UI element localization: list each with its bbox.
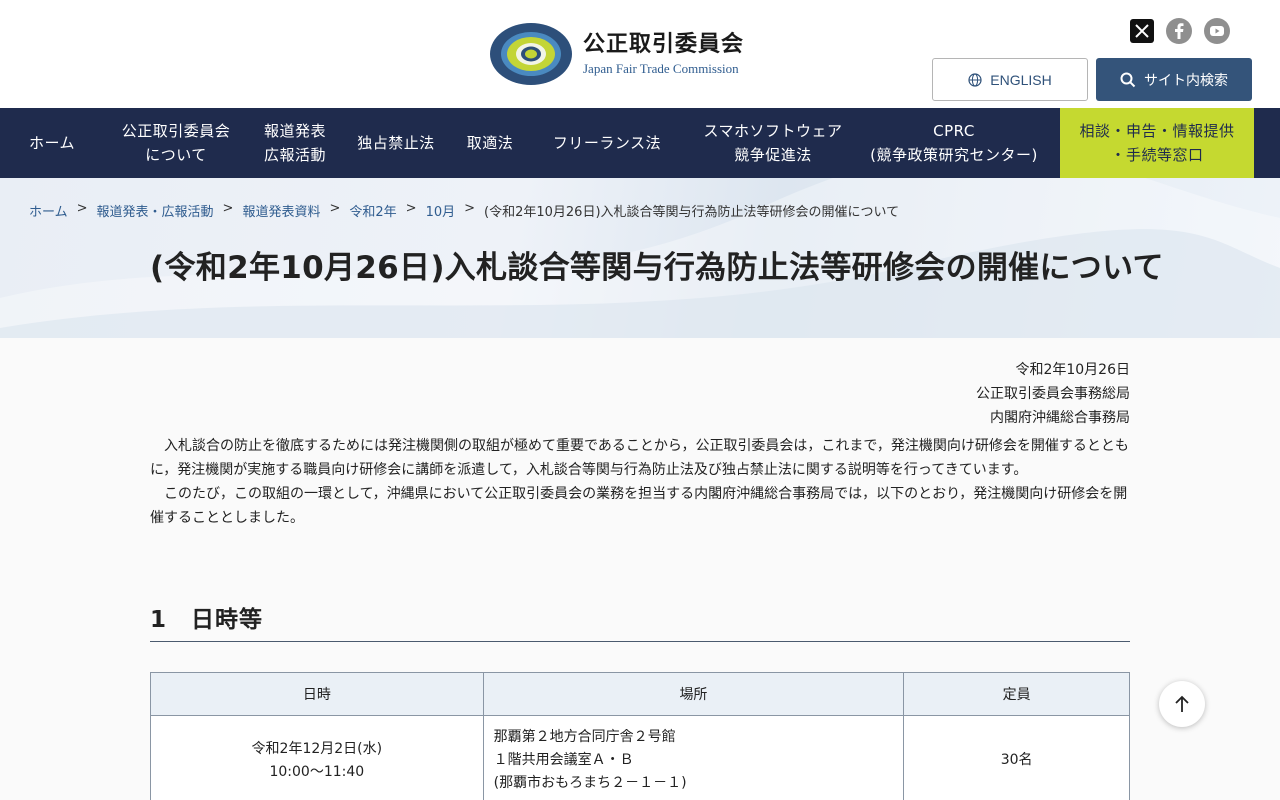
social-links (1130, 18, 1230, 44)
page-title: (令和2年10月26日)入札談合等関与行為防止法等研修会の開催について (150, 250, 1164, 286)
org-name-en: Japan Fair Trade Commission (583, 61, 739, 76)
global-nav: ホーム 公正取引委員会 について 報道発表 広報活動 独占禁止法 取適法 フリー… (0, 108, 1280, 178)
cell-place-building: 那覇第２地方合同庁舎２号館 (493, 729, 676, 745)
table-header-datetime: 日時 (150, 672, 484, 716)
table-header-capacity: 定員 (903, 672, 1130, 716)
english-button[interactable]: ENGLISH (932, 58, 1088, 101)
english-label: ENGLISH (990, 71, 1052, 88)
search-label: サイト内検索 (1144, 72, 1228, 89)
nav-item-smartphone[interactable]: スマホソフトウェア 競争促進法 (684, 108, 862, 178)
section-heading: 1 日時等 (150, 600, 1130, 642)
cell-datetime: 令和2年12月2日(水) 10:00～11:40 (150, 715, 484, 800)
table-header-place: 場所 (482, 672, 905, 716)
breadcrumb-separator: > (222, 201, 234, 216)
youtube-icon[interactable] (1204, 18, 1230, 44)
issuer-jftc: 公正取引委員会事務総局 (976, 386, 1130, 402)
breadcrumb-separator: > (76, 201, 88, 216)
breadcrumb-separator: > (329, 201, 341, 216)
cell-capacity: 30名 (903, 715, 1130, 800)
jftc-emblem-icon (489, 22, 573, 86)
x-icon[interactable] (1130, 19, 1154, 43)
org-name-ja: 公正取引委員会 (583, 32, 745, 57)
nav-item-antimonopoly[interactable]: 独占禁止法 (342, 108, 450, 178)
nav-item-freelance[interactable]: フリーランス法 (530, 108, 684, 178)
release-meta: 令和2年10月26日 公正取引委員会事務総局 内閣府沖縄総合事務局 (976, 358, 1130, 430)
facebook-icon[interactable] (1166, 18, 1192, 44)
breadcrumb-press-materials[interactable]: 報道発表資料 (242, 201, 320, 220)
nav-item-consultation[interactable]: 相談・申告・情報提供 ・手続等窓口 (1060, 108, 1254, 178)
breadcrumb-year[interactable]: 令和2年 (349, 201, 396, 220)
nav-item-subcontract[interactable]: 取適法 (450, 108, 530, 178)
page-hero: ホーム > 報道発表・広報活動 > 報道発表資料 > 令和2年 > 10月 > … (0, 178, 1280, 338)
release-date: 令和2年10月26日 (1015, 362, 1130, 378)
nav-item-home[interactable]: ホーム (0, 108, 104, 178)
table-row: 令和2年12月2日(水) 10:00～11:40 那覇第２地方合同庁舎２号館 １… (150, 715, 1130, 800)
schedule-table: 日時 場所 定員 令和2年12月2日(水) 10:00～11:40 那覇第２地方… (150, 672, 1130, 800)
globe-icon (968, 72, 982, 87)
nav-item-about[interactable]: 公正取引委員会 について (104, 108, 248, 178)
paragraph: 入札談合の防止を徹底するためには発注機関側の取組が極めて重要であることから，公正… (150, 438, 1129, 478)
site-header: 公正取引委員会 Japan Fair Trade Commission ENGL… (0, 0, 1280, 108)
nav-item-cprc[interactable]: CPRC (競争政策研究センター) (862, 108, 1046, 178)
body-text: 入札談合の防止を徹底するためには発注機関側の取組が極めて重要であることから，公正… (150, 434, 1130, 530)
issuer-okinawa: 内閣府沖縄総合事務局 (990, 410, 1130, 426)
search-icon (1120, 72, 1136, 87)
breadcrumb-current: (令和2年10月26日)入札談合等関与行為防止法等研修会の開催について (484, 205, 900, 220)
site-logo[interactable]: 公正取引委員会 Japan Fair Trade Commission (489, 22, 744, 86)
cell-date: 令和2年12月2日(水) (251, 740, 383, 757)
cell-place: 那覇第２地方合同庁舎２号館 １階共用会議室Ａ・Ｂ (那覇市おもろまち２－１－１) (482, 715, 905, 800)
breadcrumb-home[interactable]: ホーム (29, 201, 68, 220)
breadcrumb: ホーム > 報道発表・広報活動 > 報道発表資料 > 令和2年 > 10月 > … (29, 201, 899, 220)
site-search-button[interactable]: サイト内検索 (1096, 58, 1252, 101)
breadcrumb-separator: > (405, 201, 417, 216)
breadcrumb-month[interactable]: 10月 (426, 201, 456, 220)
breadcrumb-press[interactable]: 報道発表・広報活動 (97, 201, 214, 220)
breadcrumb-separator: > (464, 201, 476, 216)
nav-item-press[interactable]: 報道発表 広報活動 (248, 108, 342, 178)
paragraph: このたび，この取組の一環として，沖縄県において公正取引委員会の業務を担当する内閣… (150, 486, 1128, 526)
arrow-up-icon (1175, 695, 1189, 712)
back-to-top-button[interactable] (1159, 681, 1205, 727)
cell-place-room: １階共用会議室Ａ・Ｂ (493, 752, 634, 768)
cell-time: 10:00～11:40 (269, 763, 365, 780)
cell-place-address: (那覇市おもろまち２－１－１) (493, 775, 687, 791)
